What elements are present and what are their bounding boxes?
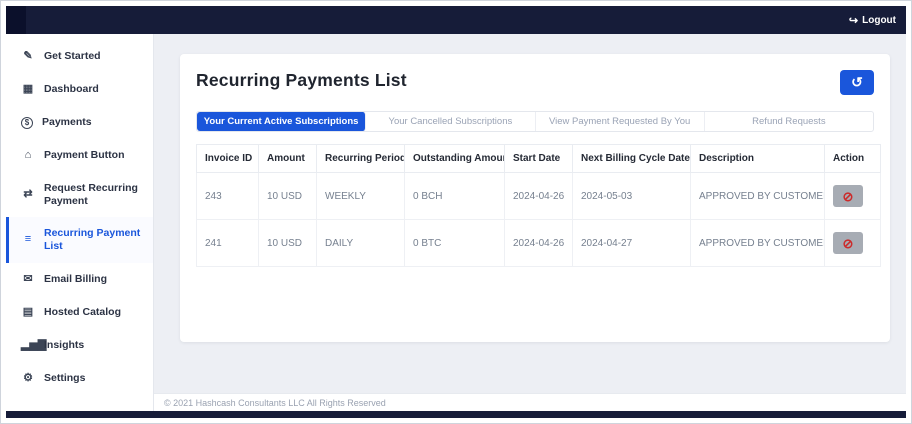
- table-header-cell: Action: [824, 144, 881, 173]
- sidebar-item-icon: ✎: [23, 50, 33, 62]
- sidebar-item-label: Get Started: [44, 50, 101, 63]
- sidebar-item[interactable]: ▂▅▇ Insights: [6, 329, 153, 362]
- cell-next-billing-date: 2024-04-27: [572, 219, 691, 267]
- topbar: ↪ Logout: [6, 6, 906, 34]
- sidebar-item-icon: ▂▅▇: [21, 338, 47, 351]
- table-row: 243 10 USD WEEKLY 0 BCH 2024-04-26 2024-…: [196, 172, 881, 220]
- sidebar-item-icon: ⌂: [24, 148, 32, 161]
- tab[interactable]: Your Cancelled Subscriptions: [366, 112, 536, 131]
- card-header: Recurring Payments List ↺: [196, 70, 874, 95]
- sidebar-item[interactable]: ✎ Get Started: [6, 40, 153, 73]
- refresh-button[interactable]: ↺: [840, 70, 874, 95]
- tab[interactable]: Your Current Active Subscriptions: [197, 112, 367, 131]
- tab[interactable]: View Payment Requested By You: [536, 112, 705, 131]
- table-header-cell: Start Date: [504, 144, 573, 173]
- sidebar-item-label: Request Recurring Payment: [44, 182, 138, 207]
- tab-label: View Payment Requested By You: [548, 116, 691, 127]
- table-row: 241 10 USD DAILY 0 BTC 2024-04-26 2024-0…: [196, 219, 881, 267]
- logout-button[interactable]: ↪ Logout: [839, 6, 906, 34]
- sidebar-item-label: Recurring Payment List: [44, 227, 141, 252]
- cell-outstanding-amount: 0 BCH: [404, 172, 505, 220]
- cell-amount: 10 USD: [258, 219, 317, 267]
- tab[interactable]: Refund Requests: [705, 112, 873, 131]
- table-header-row: Invoice ID Amount Recurring Period Outst…: [196, 144, 881, 173]
- tab-label: Refund Requests: [752, 116, 826, 127]
- recurring-payments-card: Recurring Payments List ↺ Your Current A…: [180, 54, 890, 342]
- cancel-subscription-button[interactable]: ⊘: [833, 232, 863, 254]
- no-entry-icon: ⊘: [842, 188, 854, 204]
- sidebar-item-icon: ⚙: [23, 372, 33, 385]
- sidebar-item-label: Insights: [44, 339, 85, 352]
- no-entry-icon: ⊘: [842, 235, 854, 251]
- sidebar-item[interactable]: $ Payments: [6, 106, 153, 139]
- logout-icon: ↪: [848, 14, 859, 27]
- cell-start-date: 2024-04-26: [504, 219, 573, 267]
- cell-recurring-period: DAILY: [316, 219, 405, 267]
- table-header-cell: Next Billing Cycle Date: [572, 144, 691, 173]
- sidebar-item-label: Hosted Catalog: [44, 306, 122, 319]
- cell-outstanding-amount: 0 BTC: [404, 219, 505, 267]
- main-area: Recurring Payments List ↺ Your Current A…: [154, 34, 906, 411]
- sidebar-item-icon: ⇄: [23, 188, 33, 201]
- cell-action: ⊘: [824, 219, 881, 267]
- sidebar-item-label: Payments: [42, 116, 92, 129]
- sidebar-item[interactable]: ▦ Dashboard: [6, 73, 153, 106]
- table-header-cell: Outstanding Amount: [404, 144, 505, 173]
- app-frame: ↪ Logout ✎ Get Started ▦ Dashboard $ Pay…: [0, 0, 912, 424]
- sidebar-item-icon: ▤: [22, 305, 34, 318]
- cell-amount: 10 USD: [258, 172, 317, 220]
- sidebar-item-label: Email Billing: [44, 272, 108, 285]
- sidebar-item-icon: ≡: [24, 233, 32, 246]
- sidebar-item[interactable]: ▤ Hosted Catalog: [6, 296, 153, 329]
- sidebar-item-label: Payment Button: [44, 149, 125, 162]
- cell-start-date: 2024-04-26: [504, 172, 573, 220]
- cell-action: ⊘: [824, 172, 881, 220]
- cell-description: APPROVED BY CUSTOMER: [690, 219, 825, 267]
- cell-recurring-period: WEEKLY: [316, 172, 405, 220]
- sidebar-item-label: Dashboard: [44, 83, 99, 96]
- bottom-strip: [6, 411, 906, 418]
- middle-region: ✎ Get Started ▦ Dashboard $ Payments ⌂ P…: [6, 34, 906, 411]
- cancel-subscription-button[interactable]: ⊘: [833, 185, 863, 207]
- sidebar-item[interactable]: ✉ Email Billing: [6, 263, 153, 296]
- sidebar-item-label: Settings: [44, 372, 86, 385]
- brand-logo: [6, 6, 26, 34]
- tab-label: Your Current Active Subscriptions: [203, 116, 359, 127]
- table-header-cell: Amount: [258, 144, 317, 173]
- table-header-cell: Description: [690, 144, 825, 173]
- page-title: Recurring Payments List: [196, 70, 407, 90]
- tabs: Your Current Active Subscriptions Your C…: [196, 111, 874, 132]
- sidebar-item[interactable]: ≡ Recurring Payment List: [6, 217, 153, 263]
- sidebar-item-icon: $: [21, 116, 33, 129]
- table-body: 243 10 USD WEEKLY 0 BCH 2024-04-26 2024-…: [196, 172, 881, 267]
- sidebar: ✎ Get Started ▦ Dashboard $ Payments ⌂ P…: [6, 34, 154, 411]
- cell-invoice-id: 241: [196, 219, 259, 267]
- table-header-cell: Invoice ID: [196, 144, 259, 173]
- cell-next-billing-date: 2024-05-03: [572, 172, 691, 220]
- history-refresh-icon: ↺: [851, 74, 863, 90]
- logout-label: Logout: [862, 14, 896, 26]
- main-content: Recurring Payments List ↺ Your Current A…: [154, 34, 906, 393]
- sidebar-item-icon: ✉: [23, 272, 33, 285]
- cell-description: APPROVED BY CUSTOMER: [690, 172, 825, 220]
- sidebar-item[interactable]: ⇄ Request Recurring Payment: [6, 172, 153, 217]
- table-header-cell: Recurring Period: [316, 144, 405, 173]
- subscriptions-table: Invoice ID Amount Recurring Period Outst…: [196, 144, 881, 267]
- app: ↪ Logout ✎ Get Started ▦ Dashboard $ Pay…: [6, 6, 906, 418]
- sidebar-item[interactable]: ⌂ Payment Button: [6, 139, 153, 172]
- footer: © 2021 Hashcash Consultants LLC All Righ…: [154, 393, 906, 411]
- sidebar-item[interactable]: ⚙ Settings: [6, 362, 153, 395]
- sidebar-item-icon: ▦: [22, 83, 34, 96]
- cell-invoice-id: 243: [196, 172, 259, 220]
- copyright-text: © 2021 Hashcash Consultants LLC All Righ…: [164, 397, 386, 408]
- tab-label: Your Cancelled Subscriptions: [388, 116, 513, 127]
